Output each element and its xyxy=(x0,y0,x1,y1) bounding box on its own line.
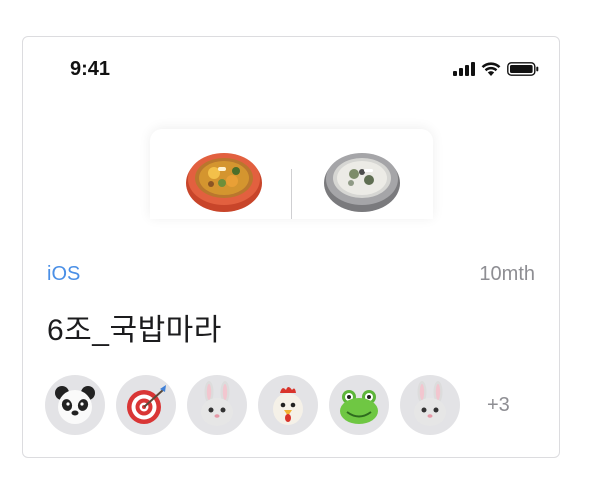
avatar[interactable] xyxy=(187,375,247,435)
battery-icon xyxy=(507,61,539,76)
project-category[interactable]: iOS xyxy=(47,263,80,286)
avatar[interactable] xyxy=(329,375,389,435)
project-duration: 10mth xyxy=(479,263,535,285)
project-thumbnail xyxy=(150,129,433,219)
member-list: +3 xyxy=(45,375,510,435)
avatar[interactable] xyxy=(45,375,105,435)
avatar[interactable] xyxy=(400,375,460,435)
more-members-count[interactable]: +3 xyxy=(487,394,510,417)
project-title[interactable]: 6조_국밥마라 xyxy=(47,305,222,349)
avatar[interactable] xyxy=(116,375,176,435)
panda-icon xyxy=(55,386,95,424)
rabbit-icon xyxy=(414,381,446,426)
clear-soup-bowl-icon xyxy=(324,153,400,212)
rooster-icon xyxy=(273,387,303,425)
status-icons xyxy=(453,61,539,76)
status-bar: 9:41 xyxy=(23,37,559,97)
avatar[interactable] xyxy=(258,375,318,435)
rabbit-icon xyxy=(201,381,233,426)
thumbnail-divider xyxy=(291,169,292,219)
cellular-signal-icon xyxy=(453,61,475,76)
wifi-icon xyxy=(481,62,501,76)
status-time: 9:41 xyxy=(70,58,111,80)
spicy-soup-bowl-icon xyxy=(186,153,262,212)
project-card[interactable]: 9:41 iOS 10mth 6조_국밥마라 +3 xyxy=(22,36,560,458)
frog-icon xyxy=(340,390,378,424)
dart-target-icon xyxy=(127,385,166,424)
